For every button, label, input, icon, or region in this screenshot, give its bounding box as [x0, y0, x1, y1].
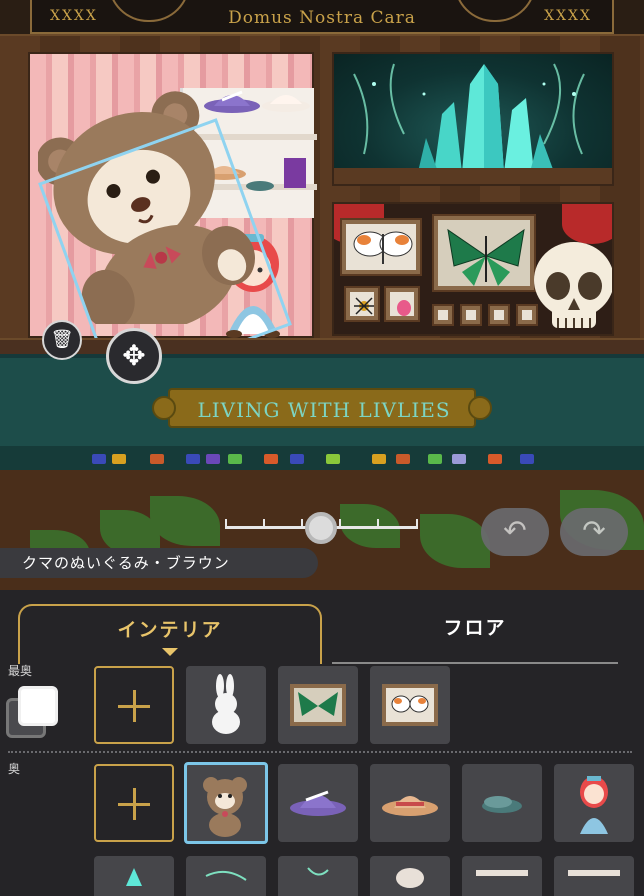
item-slot[interactable] — [370, 856, 450, 896]
layer-order-icon[interactable] — [6, 686, 60, 740]
skull-figure[interactable] — [530, 240, 614, 336]
layer-divider — [8, 751, 632, 753]
item-straw-hat[interactable] — [370, 764, 450, 842]
counter-sign-text: LIVING WITH LIVLIES — [197, 398, 451, 422]
inventory-panel: インテリア フロア 最奥 奥 — [0, 590, 644, 896]
gem — [228, 454, 242, 464]
bug-frame[interactable] — [488, 304, 510, 326]
gem — [186, 454, 200, 464]
item-purple-hat[interactable] — [278, 764, 358, 842]
top-banner: XXXX Domus Nostra Cara XXXX — [0, 0, 644, 36]
gem — [150, 454, 164, 464]
slider-tick — [416, 519, 418, 529]
slider-tick — [301, 519, 303, 529]
spider-frame[interactable] — [344, 286, 380, 322]
crystal-floor — [334, 168, 612, 184]
redo-icon: ↷ — [582, 514, 606, 547]
slider-tick — [225, 519, 227, 529]
item-brown-teddy-bear[interactable] — [184, 762, 268, 844]
gem — [488, 454, 502, 464]
display-shelf — [0, 36, 644, 390]
caret-down-icon — [162, 648, 178, 656]
gem — [428, 454, 442, 464]
add-item-button[interactable] — [94, 666, 174, 744]
redo-button[interactable]: ↷ — [560, 508, 628, 556]
layer-label-backmost: 最奥 — [8, 664, 33, 678]
selected-item-name: クマのぬいぐるみ・ブラウン — [0, 548, 318, 578]
counter-sign: LIVING WITH LIVLIES — [152, 388, 492, 428]
crystal-cluster[interactable] — [334, 54, 614, 186]
slider-tick — [377, 519, 379, 529]
crystal-compartment[interactable] — [332, 52, 614, 186]
gem — [372, 454, 386, 464]
item-slot[interactable] — [462, 856, 542, 896]
slider-tick — [339, 519, 341, 529]
gem — [112, 454, 126, 464]
move-arrows-icon: ✥ — [122, 339, 146, 372]
room-scene[interactable]: XXXX Domus Nostra Cara XXXX LIVING WITH … — [0, 0, 644, 590]
bug-frame[interactable] — [432, 304, 454, 326]
item-slot[interactable] — [186, 856, 266, 896]
gem — [452, 454, 466, 464]
tab-floor-label: フロア — [443, 617, 507, 639]
layer-label-back: 奥 — [8, 762, 21, 776]
trash-icon: 🗑 — [50, 329, 74, 350]
tab-floor[interactable]: フロア — [332, 604, 618, 664]
sign-knob — [468, 396, 492, 420]
bug-frame[interactable] — [460, 304, 482, 326]
gem — [520, 454, 534, 464]
gem-row — [0, 446, 644, 470]
undo-button[interactable]: ↶ — [481, 508, 549, 556]
move-item-button[interactable]: ✥ — [106, 328, 162, 384]
gem — [206, 454, 220, 464]
red-curtain — [562, 204, 612, 244]
item-teal-slippers[interactable] — [462, 764, 542, 842]
gem — [92, 454, 106, 464]
item-white-rabbit[interactable] — [186, 666, 266, 744]
tab-interior-label: インテリア — [117, 619, 223, 641]
item-doll-figure[interactable] — [554, 764, 634, 842]
left-compartment[interactable] — [28, 52, 317, 390]
ivy-leaf — [150, 496, 220, 546]
gem — [326, 454, 340, 464]
item-slot[interactable] — [94, 856, 174, 896]
item-slot[interactable] — [554, 856, 634, 896]
beetle-frame[interactable] — [384, 286, 420, 322]
scale-slider-thumb[interactable] — [305, 512, 337, 544]
shop-counter: LIVING WITH LIVLIES — [0, 354, 644, 454]
undo-icon: ↶ — [503, 514, 527, 547]
green-butterfly-frame[interactable] — [432, 214, 536, 292]
item-orange-butterfly-frame[interactable] — [370, 666, 450, 744]
gem — [264, 454, 278, 464]
ivy-leaf — [420, 514, 490, 568]
shelf-bottom-ledge — [0, 338, 644, 354]
add-item-button[interactable] — [94, 764, 174, 842]
item-green-butterfly-frame[interactable] — [278, 666, 358, 744]
gem — [290, 454, 304, 464]
gem — [396, 454, 410, 464]
orange-butterfly-frame[interactable] — [340, 218, 422, 276]
item-slot[interactable] — [278, 856, 358, 896]
specimen-compartment[interactable] — [332, 202, 614, 336]
banner-deco-right: XXXX — [544, 8, 592, 24]
delete-item-button[interactable]: 🗑 — [42, 320, 82, 360]
slider-tick — [263, 519, 265, 529]
tab-interior[interactable]: インテリア — [18, 604, 322, 664]
